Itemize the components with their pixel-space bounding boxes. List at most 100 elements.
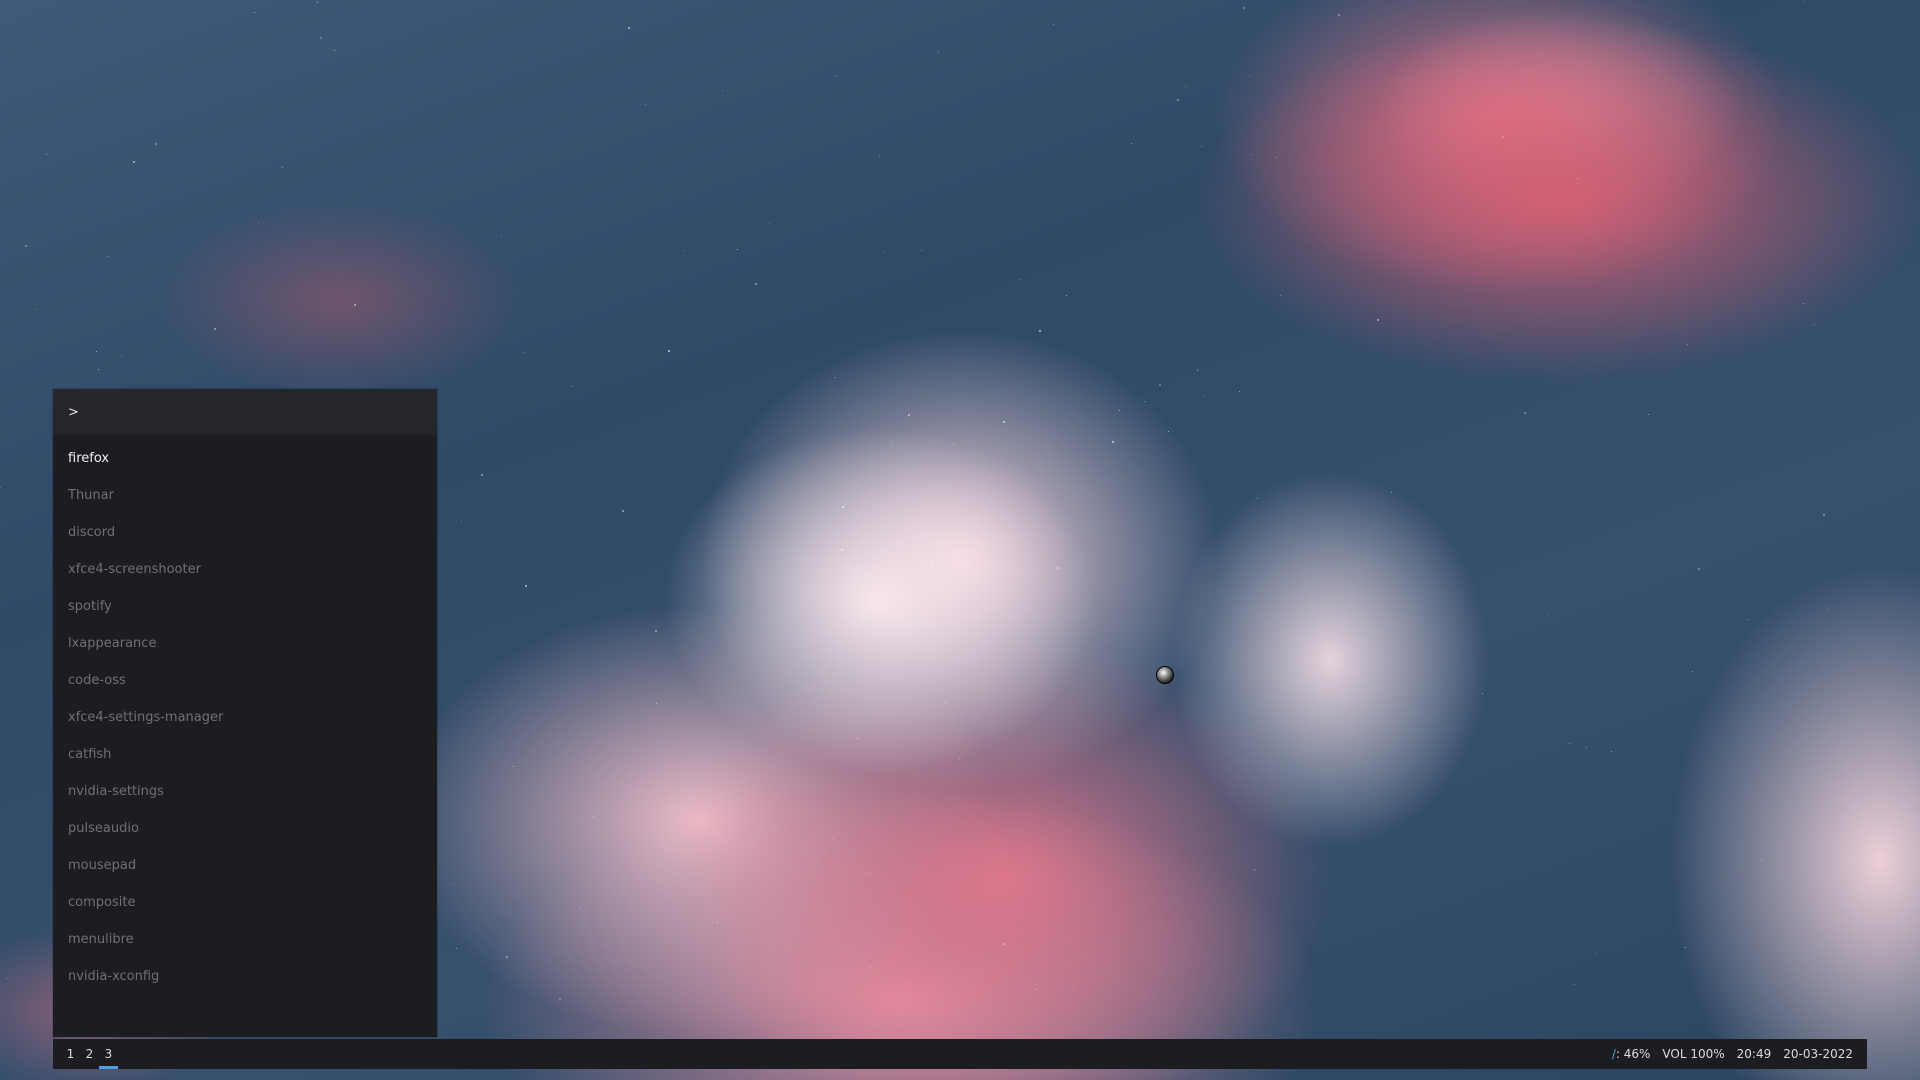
star	[1547, 614, 1548, 615]
star	[525, 585, 527, 587]
star	[1338, 14, 1340, 16]
star	[1197, 370, 1198, 371]
star	[645, 104, 646, 105]
star	[722, 90, 723, 91]
star	[755, 283, 757, 285]
star	[36, 309, 37, 310]
workspace-1[interactable]: 1	[61, 1039, 80, 1069]
star	[1131, 143, 1132, 144]
star	[866, 872, 867, 873]
star	[870, 967, 871, 968]
star	[580, 907, 581, 908]
star	[1377, 319, 1379, 321]
star	[1145, 401, 1146, 402]
star	[1119, 410, 1120, 411]
star	[883, 251, 884, 252]
star	[121, 355, 122, 356]
star	[842, 506, 844, 508]
star	[836, 75, 837, 76]
star	[98, 369, 99, 370]
star	[1280, 295, 1281, 296]
clock-date: 20-03-2022	[1783, 1047, 1853, 1061]
star	[1203, 396, 1204, 397]
star	[1243, 7, 1245, 9]
star	[481, 474, 483, 476]
star	[1569, 743, 1570, 744]
launcher-item-firefox[interactable]: firefox	[53, 440, 437, 477]
star	[254, 12, 255, 13]
mouse-cursor	[1156, 666, 1174, 684]
star	[1003, 421, 1005, 423]
star	[1020, 830, 1021, 831]
star	[945, 702, 946, 703]
star	[559, 998, 561, 1000]
launcher-item-spotify[interactable]: spotify	[53, 588, 437, 625]
star	[461, 521, 462, 522]
launcher-item-catfish[interactable]: catfish	[53, 736, 437, 773]
star	[1692, 671, 1693, 672]
star	[258, 223, 259, 224]
star	[1577, 178, 1578, 179]
launcher-item-thunar[interactable]: Thunar	[53, 477, 437, 514]
launcher-search-input[interactable]	[84, 403, 437, 421]
star	[1839, 893, 1840, 894]
workspace-2[interactable]: 2	[80, 1039, 99, 1069]
launcher-item-nvidia-xconfig[interactable]: nvidia-xconfig	[53, 958, 437, 995]
star	[1159, 384, 1161, 386]
launcher-item-mousepad[interactable]: mousepad	[53, 847, 437, 884]
star	[1687, 344, 1688, 345]
star	[1185, 86, 1186, 87]
star	[1502, 136, 1504, 138]
star	[501, 236, 502, 237]
star	[769, 223, 770, 224]
star	[1239, 391, 1240, 392]
star	[1574, 984, 1575, 985]
star	[506, 956, 508, 958]
star	[1039, 330, 1041, 332]
star	[1257, 498, 1258, 499]
star	[1112, 441, 1114, 443]
star	[1276, 157, 1277, 158]
star	[866, 553, 867, 554]
status-indicators: /: 46% VOL 100% 20:49 20-03-2022	[1612, 1047, 1853, 1061]
star	[107, 256, 108, 257]
launcher-item-xfce4-settings-manager[interactable]: xfce4-settings-manager	[53, 699, 437, 736]
star	[1114, 660, 1115, 661]
star	[1057, 567, 1059, 569]
launcher-prompt-row[interactable]: >	[53, 389, 437, 435]
star	[214, 328, 216, 330]
star	[25, 245, 27, 247]
star	[155, 143, 157, 145]
star	[572, 386, 573, 387]
star	[1804, 1, 1805, 2]
star	[737, 249, 738, 250]
star	[282, 167, 283, 168]
app-launcher: > firefox Thunar discord xfce4-screenshoote…	[53, 389, 437, 1037]
star	[1168, 431, 1169, 432]
star	[854, 863, 855, 864]
launcher-item-menulibre[interactable]: menulibre	[53, 921, 437, 958]
star	[1761, 860, 1762, 861]
star	[1251, 154, 1252, 155]
launcher-item-composite[interactable]: composite	[53, 884, 437, 921]
star	[1685, 947, 1686, 948]
star	[1814, 324, 1815, 325]
star	[1053, 24, 1054, 25]
star	[1362, 639, 1363, 640]
star	[1611, 751, 1612, 752]
star	[931, 560, 933, 562]
launcher-item-code-oss[interactable]: code-oss	[53, 662, 437, 699]
launcher-item-lxappearance[interactable]: lxappearance	[53, 625, 437, 662]
star	[833, 838, 834, 839]
volume-indicator[interactable]: VOL 100%	[1662, 1047, 1724, 1061]
star	[655, 630, 657, 632]
star	[1201, 146, 1202, 147]
launcher-item-xfce4-screenshooter[interactable]: xfce4-screenshooter	[53, 551, 437, 588]
star	[891, 440, 892, 441]
launcher-item-pulseaudio[interactable]: pulseaudio	[53, 810, 437, 847]
workspace-3[interactable]: 3	[99, 1039, 118, 1069]
launcher-item-discord[interactable]: discord	[53, 514, 437, 551]
launcher-item-nvidia-settings[interactable]: nvidia-settings	[53, 773, 437, 810]
star	[857, 738, 858, 739]
launcher-app-list: firefox Thunar discord xfce4-screenshooter s…	[53, 440, 437, 995]
